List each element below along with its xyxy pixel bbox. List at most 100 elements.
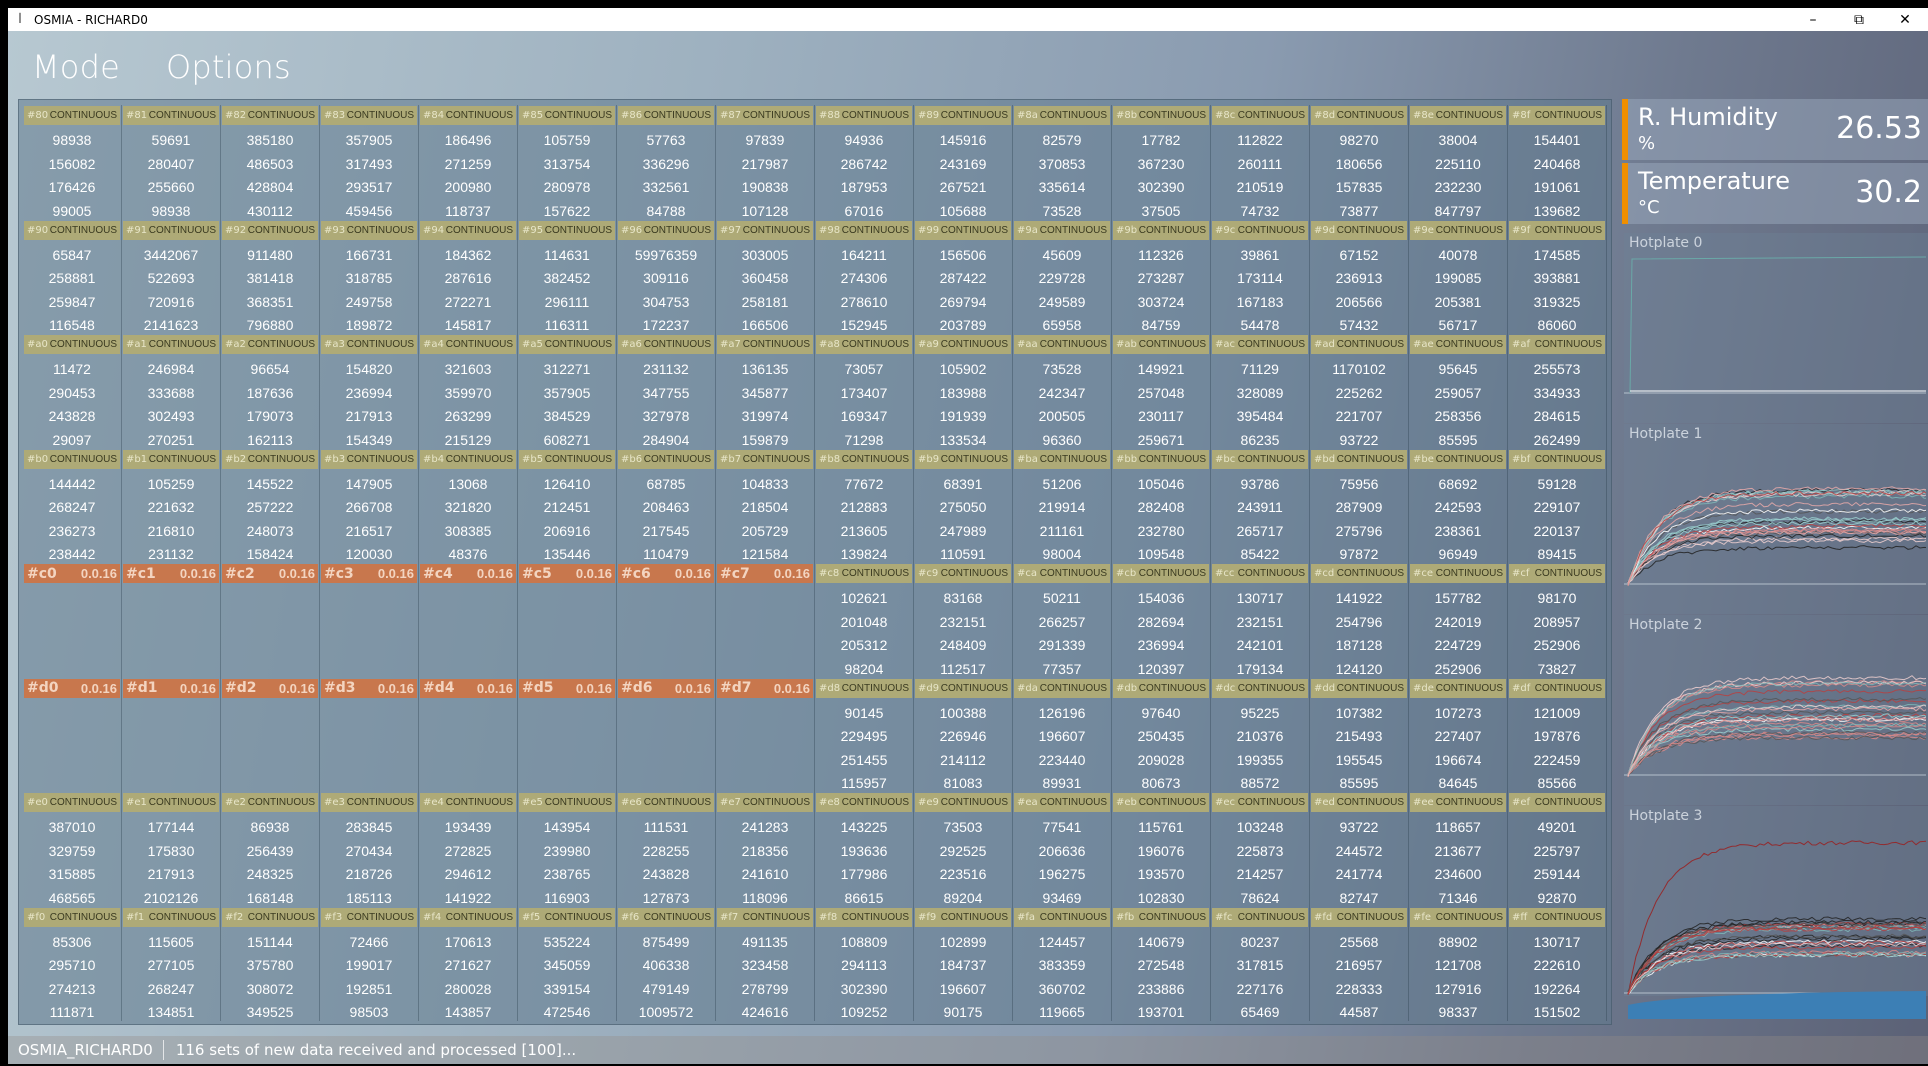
sensor-cell[interactable]: #a8 CONTINUOUS 73057 173407 169347 71298	[815, 334, 914, 449]
sensor-cell[interactable]: #8e CONTINUOUS 38004 225110 232230 847797	[1409, 105, 1508, 220]
sensor-cell[interactable]: #c9 CONTINUOUS 83168 232151 248409 112517	[914, 563, 1013, 678]
sensor-cell[interactable]: #b6 CONTINUOUS 68785 208463 217545 110479	[617, 448, 716, 563]
sensor-cell[interactable]: #ca CONTINUOUS 50211 266257 291339 77357	[1013, 563, 1112, 678]
sensor-cell[interactable]: #f3 CONTINUOUS 72466 199017 192851 98503	[320, 906, 419, 1021]
sensor-cell[interactable]: #ff CONTINUOUS 130717 222610 192264 151502	[1508, 906, 1607, 1021]
sensor-cell[interactable]: #8b CONTINUOUS 17782 367230 302390 37505	[1112, 105, 1211, 220]
minimize-button[interactable]: –	[1790, 8, 1836, 31]
sensor-cell[interactable]: #e4 CONTINUOUS 193439 272825 294612 141922	[419, 792, 518, 907]
sensor-cell[interactable]: #f5 CONTINUOUS 535224 345059 339154 472546	[518, 906, 617, 1021]
sensor-cell[interactable]: #a9 CONTINUOUS 105902 183988 191939 133534	[914, 334, 1013, 449]
sensor-cell[interactable]: #f9 CONTINUOUS 102899 184737 196607 90175	[914, 906, 1013, 1021]
sensor-cell[interactable]: #ac CONTINUOUS 71129 328089 395484 86235	[1211, 334, 1310, 449]
sensor-cell[interactable]: #9a CONTINUOUS 45609 229728 249589 65958	[1013, 219, 1112, 334]
sensor-cell[interactable]: #c4 0.0.16	[419, 563, 518, 678]
sensor-cell[interactable]: #af CONTINUOUS 255573 334933 284615 262499	[1508, 334, 1607, 449]
sensor-cell[interactable]: #8f CONTINUOUS 154401 240468 191061 139682	[1508, 105, 1607, 220]
sensor-cell[interactable]: #b8 CONTINUOUS 77672 212883 213605 139824	[815, 448, 914, 563]
sensor-cell[interactable]: #d7 0.0.16	[716, 677, 815, 792]
sensor-cell[interactable]: #c3 0.0.16	[320, 563, 419, 678]
sensor-cell[interactable]: #b0 CONTINUOUS 144442 268247 236273 238442	[23, 448, 122, 563]
sensor-cell[interactable]: #eb CONTINUOUS 115761 196076 193570 102830	[1112, 792, 1211, 907]
sensor-cell[interactable]: #87 CONTINUOUS 97839 217987 190838 107128	[716, 105, 815, 220]
sensor-cell[interactable]: #b4 CONTINUOUS 13068 321820 308385 48376	[419, 448, 518, 563]
sensor-cell[interactable]: #fe CONTINUOUS 88902 121708 127916 98337	[1409, 906, 1508, 1021]
sensor-cell[interactable]: #e8 CONTINUOUS 143225 193636 177986 86615	[815, 792, 914, 907]
sensor-cell[interactable]: #dd CONTINUOUS 107382 215493 195545 85595	[1310, 677, 1409, 792]
sensor-cell[interactable]: #e0 CONTINUOUS 387010 329759 315885 468565	[23, 792, 122, 907]
sensor-cell[interactable]: #8a CONTINUOUS 82579 370853 335614 73528	[1013, 105, 1112, 220]
sensor-cell[interactable]: #e1 CONTINUOUS 177144 175830 217913 2102126	[122, 792, 221, 907]
sensor-cell[interactable]: #e7 CONTINUOUS 241283 218356 241610 118096	[716, 792, 815, 907]
sensor-cell[interactable]: #c2 0.0.16	[221, 563, 320, 678]
sensor-cell[interactable]: #a0 CONTINUOUS 11472 290453 243828 29097	[23, 334, 122, 449]
sensor-cell[interactable]: #a3 CONTINUOUS 154820 236994 217913 154349	[320, 334, 419, 449]
sensor-cell[interactable]: #95 CONTINUOUS 114631 382452 296111 116311	[518, 219, 617, 334]
sensor-cell[interactable]: #f0 CONTINUOUS 85306 295710 274213 111871	[23, 906, 122, 1021]
sensor-cell[interactable]: #d0 0.0.16	[23, 677, 122, 792]
sensor-cell[interactable]: #a1 CONTINUOUS 246984 333688 302493 270251	[122, 334, 221, 449]
sensor-cell[interactable]: #a7 CONTINUOUS 136135 345877 319974 159879	[716, 334, 815, 449]
sensor-cell[interactable]: #f8 CONTINUOUS 108809 294113 302390 109252	[815, 906, 914, 1021]
sensor-cell[interactable]: #8c CONTINUOUS 112822 260111 210519 74732	[1211, 105, 1310, 220]
sensor-cell[interactable]: #84 CONTINUOUS 186496 271259 200980 118737	[419, 105, 518, 220]
sensor-cell[interactable]: #b5 CONTINUOUS 126410 212451 206916 135446	[518, 448, 617, 563]
sensor-cell[interactable]: #83 CONTINUOUS 357905 317493 293517 459456	[320, 105, 419, 220]
sensor-cell[interactable]: #f1 CONTINUOUS 115605 277105 268247 134851	[122, 906, 221, 1021]
sensor-cell[interactable]: #9c CONTINUOUS 39861 173114 167183 54478	[1211, 219, 1310, 334]
sensor-cell[interactable]: #c5 0.0.16	[518, 563, 617, 678]
sensor-cell[interactable]: #b3 CONTINUOUS 147905 266708 216517 120030	[320, 448, 419, 563]
sensor-cell[interactable]: #be CONTINUOUS 68692 242593 238361 96949	[1409, 448, 1508, 563]
sensor-cell[interactable]: #f4 CONTINUOUS 170613 271627 280028 143857	[419, 906, 518, 1021]
sensor-cell[interactable]: #c8 CONTINUOUS 102621 201048 205312 98204	[815, 563, 914, 678]
sensor-cell[interactable]: #da CONTINUOUS 126196 196607 223440 89931	[1013, 677, 1112, 792]
menu-options[interactable]: Options	[166, 48, 291, 86]
sensor-cell[interactable]: #db CONTINUOUS 97640 250435 209028 80673	[1112, 677, 1211, 792]
sensor-cell[interactable]: #92 CONTINUOUS 911480 381418 368351 796880	[221, 219, 320, 334]
sensor-cell[interactable]: #d6 0.0.16	[617, 677, 716, 792]
sensor-cell[interactable]: #aa CONTINUOUS 73528 242347 200505 96360	[1013, 334, 1112, 449]
sensor-cell[interactable]: #b2 CONTINUOUS 145522 257222 248073 158424	[221, 448, 320, 563]
sensor-cell[interactable]: #fb CONTINUOUS 140679 272548 233886 193701	[1112, 906, 1211, 1021]
sensor-cell[interactable]: #f7 CONTINUOUS 491135 323458 278799 424616	[716, 906, 815, 1021]
sensor-cell[interactable]: #ae CONTINUOUS 95645 259057 258356 85595	[1409, 334, 1508, 449]
sensor-cell[interactable]: #99 CONTINUOUS 156506 287422 269794 203789	[914, 219, 1013, 334]
sensor-cell[interactable]: #f2 CONTINUOUS 151144 375780 308072 349525	[221, 906, 320, 1021]
sensor-cell[interactable]: #ce CONTINUOUS 157782 242019 224729 252906	[1409, 563, 1508, 678]
sensor-cell[interactable]: #80 CONTINUOUS 98938 156082 176426 99005	[23, 105, 122, 220]
sensor-cell[interactable]: #b7 CONTINUOUS 104833 218504 205729 121584	[716, 448, 815, 563]
sensor-cell[interactable]: #df CONTINUOUS 121009 197876 222459 85566	[1508, 677, 1607, 792]
sensor-cell[interactable]: #cf CONTINUOUS 98170 208957 252906 73827	[1508, 563, 1607, 678]
maximize-button[interactable]: ⧉	[1836, 8, 1882, 31]
sensor-cell[interactable]: #a4 CONTINUOUS 321603 359970 263299 215129	[419, 334, 518, 449]
sensor-cell[interactable]: #86 CONTINUOUS 57763 336296 332561 84788	[617, 105, 716, 220]
sensor-cell[interactable]: #a6 CONTINUOUS 231132 347755 327978 284904	[617, 334, 716, 449]
sensor-cell[interactable]: #fc CONTINUOUS 80237 317815 227176 65469	[1211, 906, 1310, 1021]
sensor-cell[interactable]: #f6 CONTINUOUS 875499 406338 479149 1009572	[617, 906, 716, 1021]
sensor-cell[interactable]: #c0 0.0.16	[23, 563, 122, 678]
sensor-cell[interactable]: #85 CONTINUOUS 105759 313754 280978 157622	[518, 105, 617, 220]
sensor-cell[interactable]: #cc CONTINUOUS 130717 232151 242101 179134	[1211, 563, 1310, 678]
sensor-cell[interactable]: #96 CONTINUOUS 59976359 309116 304753 172237	[617, 219, 716, 334]
sensor-cell[interactable]: #e5 CONTINUOUS 143954 239980 238765 116903	[518, 792, 617, 907]
menu-mode[interactable]: Mode	[32, 48, 120, 86]
sensor-cell[interactable]: #d1 0.0.16	[122, 677, 221, 792]
sensor-cell[interactable]: #cd CONTINUOUS 141922 254796 187128 124120	[1310, 563, 1409, 678]
sensor-cell[interactable]: #9b CONTINUOUS 112326 273287 303724 84759	[1112, 219, 1211, 334]
sensor-cell[interactable]: #e2 CONTINUOUS 86938 256439 248325 168148	[221, 792, 320, 907]
sensor-cell[interactable]: #98 CONTINUOUS 164211 274306 278610 152945	[815, 219, 914, 334]
sensor-cell[interactable]: #d9 CONTINUOUS 100388 226946 214112 81083	[914, 677, 1013, 792]
sensor-cell[interactable]: #bb CONTINUOUS 105046 282408 232780 109548	[1112, 448, 1211, 563]
sensor-cell[interactable]: #88 CONTINUOUS 94936 286742 187953 67016	[815, 105, 914, 220]
close-button[interactable]: ✕	[1882, 8, 1928, 31]
sensor-cell[interactable]: #c7 0.0.16	[716, 563, 815, 678]
sensor-cell[interactable]: #b1 CONTINUOUS 105259 221632 216810 231132	[122, 448, 221, 563]
sensor-cell[interactable]: #cb CONTINUOUS 154036 282694 236994 120397	[1112, 563, 1211, 678]
sensor-cell[interactable]: #ea CONTINUOUS 77541 206636 196275 93469	[1013, 792, 1112, 907]
sensor-cell[interactable]: #91 CONTINUOUS 3442067 522693 720916 2141623	[122, 219, 221, 334]
sensor-cell[interactable]: #d4 0.0.16	[419, 677, 518, 792]
sensor-cell[interactable]: #9e CONTINUOUS 40078 199085 205381 56717	[1409, 219, 1508, 334]
sensor-cell[interactable]: #ed CONTINUOUS 93722 244572 241774 82747	[1310, 792, 1409, 907]
sensor-cell[interactable]: #93 CONTINUOUS 166731 318785 249758 189872	[320, 219, 419, 334]
sensor-cell[interactable]: #a5 CONTINUOUS 312271 357905 384529 608271	[518, 334, 617, 449]
